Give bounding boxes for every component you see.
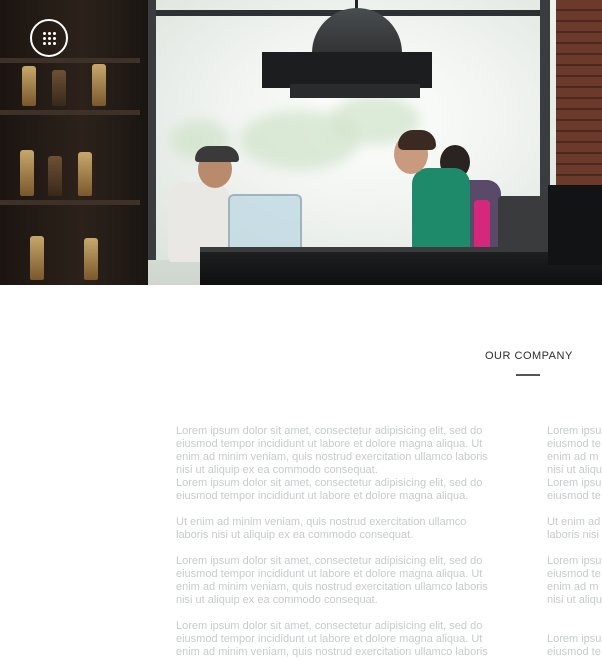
menu-button[interactable] (30, 19, 68, 57)
paragraph: Lorem ipsum dolor sit amet, consectetur … (176, 425, 488, 502)
paragraph: Ut enim ad minim veniam, quis nostrud ex… (176, 516, 467, 541)
foreground-shadow (548, 185, 602, 265)
barista-woman-hair (398, 130, 436, 150)
counter (200, 252, 602, 285)
bottle (84, 238, 98, 280)
paragraph: Lorem ipsu eiusmod te (547, 633, 602, 658)
bottle-shelf (0, 0, 148, 285)
paragraph: Lorem ipsum dolor sit amet, consectetur … (176, 555, 488, 606)
paragraph: Lorem ipsu eiusmod te enim ad m nisi ut … (547, 425, 602, 502)
bottle (30, 236, 44, 280)
bottle (92, 64, 106, 106)
brick-wall (556, 0, 602, 200)
glass-jar (228, 194, 302, 254)
bottle (48, 156, 62, 196)
bottle (78, 152, 92, 196)
pink-bottle (474, 200, 490, 252)
paragraph: Lorem ipsum dolor sit amet, consectetur … (176, 620, 488, 658)
paragraph: Ut enim ad laboris nisi (547, 516, 601, 541)
title-divider (516, 374, 540, 376)
grid-dots-icon (42, 31, 56, 45)
text-column-2: Lorem ipsu eiusmod te enim ad m nisi ut … (547, 425, 602, 662)
shelf-board (0, 200, 140, 205)
shelf-board (0, 58, 140, 63)
barista-man-cap (195, 146, 239, 162)
section-title: OUR COMPANY (485, 350, 573, 362)
shelf-board (0, 110, 140, 115)
text-column-1: Lorem ipsum dolor sit amet, consectetur … (176, 425, 521, 662)
hero-image (0, 0, 602, 285)
paragraph: Lorem ipsu eiusmod te enim ad m nisi ut … (547, 555, 602, 606)
hanging-rack (262, 52, 432, 88)
bottle (52, 70, 66, 106)
hanging-rack (290, 84, 420, 98)
bottle (22, 66, 36, 106)
barista-woman (412, 168, 470, 256)
bottle (20, 150, 34, 196)
